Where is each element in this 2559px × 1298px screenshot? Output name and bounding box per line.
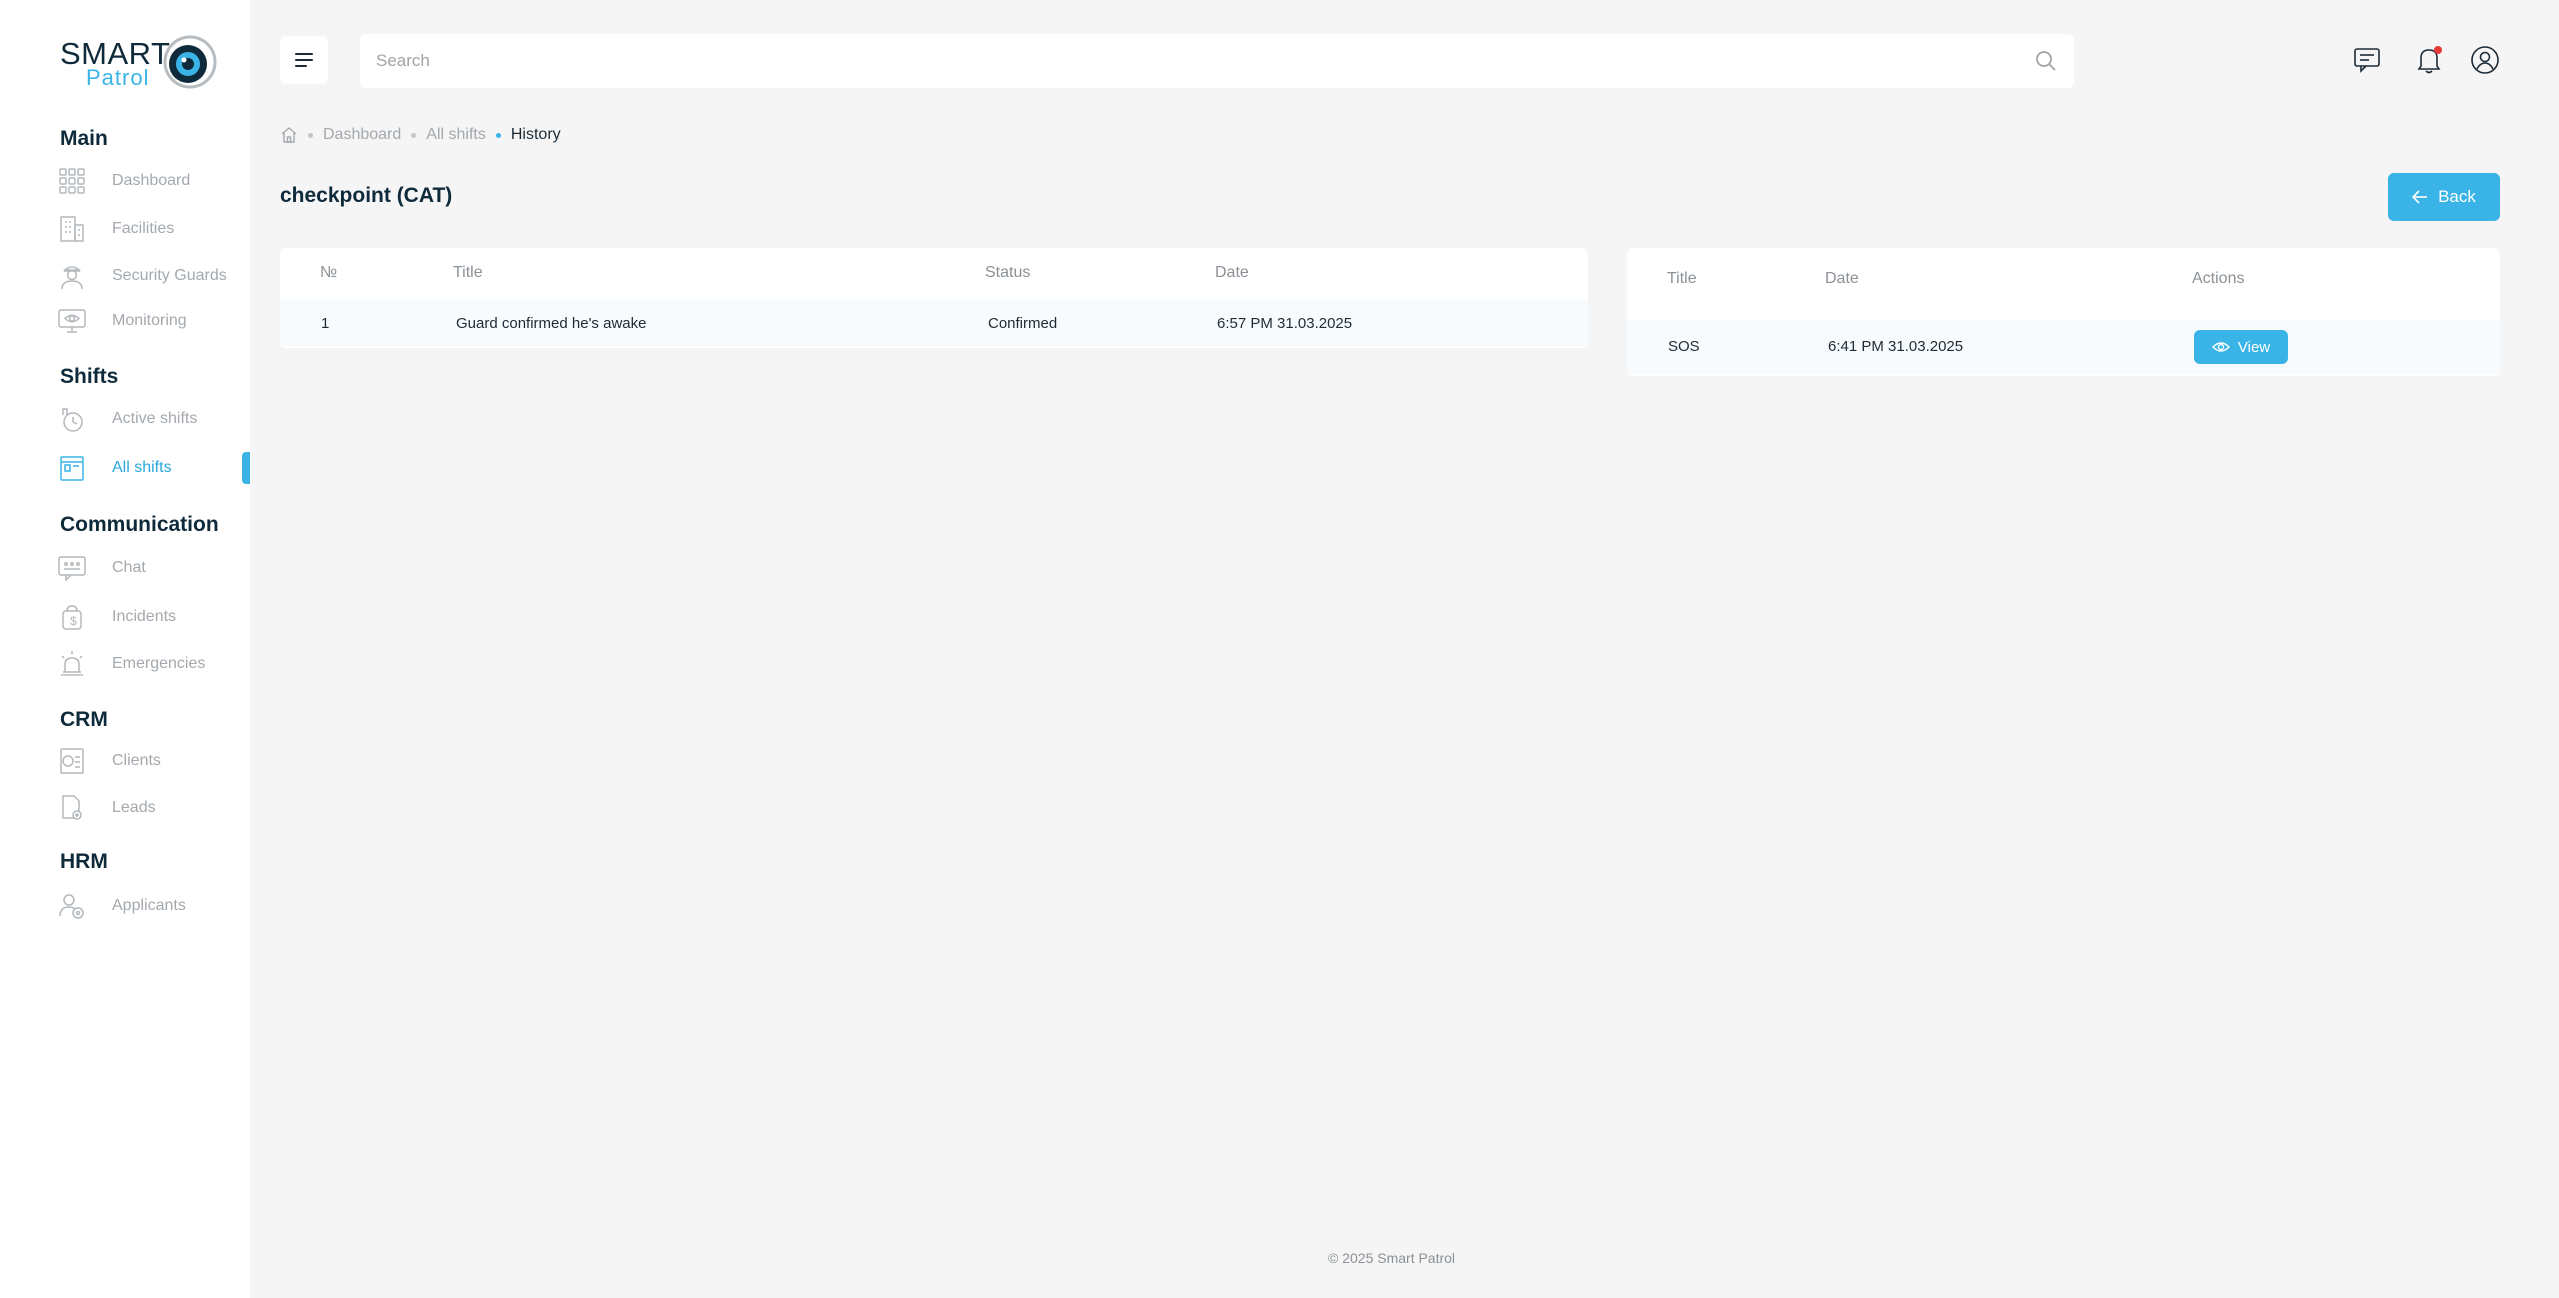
sidebar: SMART Patrol Main Dashboard Facilities S… bbox=[0, 0, 250, 1298]
row-number: 1 bbox=[321, 315, 330, 332]
eye-logo-icon bbox=[163, 35, 217, 89]
building-icon bbox=[58, 215, 86, 243]
column-header-actions: Actions bbox=[2192, 270, 2245, 287]
menu-toggle-button[interactable] bbox=[280, 36, 328, 84]
column-header-status: Status bbox=[985, 264, 1031, 281]
history-table: № Title Status Date 1 Guard confirmed he… bbox=[280, 248, 1588, 348]
applicant-icon bbox=[58, 892, 86, 920]
sidebar-item-label: Clients bbox=[112, 752, 161, 769]
sidebar-item-active-shifts[interactable]: Active shifts bbox=[58, 401, 250, 437]
arrow-left-icon bbox=[2412, 190, 2428, 204]
grid-icon bbox=[58, 167, 86, 195]
sidebar-item-label: Chat bbox=[112, 559, 146, 576]
user-profile-button[interactable] bbox=[2469, 44, 2501, 76]
sidebar-item-chat[interactable]: Chat bbox=[58, 550, 250, 586]
column-header-date: Date bbox=[1825, 270, 1859, 287]
breadcrumb-separator bbox=[411, 132, 417, 138]
breadcrumb-dashboard[interactable]: Dashboard bbox=[323, 126, 401, 144]
svg-text:$: $ bbox=[70, 614, 77, 628]
sidebar-item-security-guards[interactable]: Security Guards bbox=[58, 258, 250, 294]
messages-button[interactable] bbox=[2351, 44, 2383, 76]
sidebar-item-all-shifts[interactable]: All shifts bbox=[58, 450, 250, 486]
row-date: 6:41 PM 31.03.2025 bbox=[1828, 338, 1964, 355]
sidebar-item-monitoring[interactable]: Monitoring bbox=[58, 303, 250, 339]
board-icon bbox=[58, 454, 86, 482]
monitor-eye-icon bbox=[58, 307, 86, 335]
row-title: Guard confirmed he's awake bbox=[456, 315, 647, 332]
search-icon[interactable] bbox=[2034, 49, 2058, 73]
back-button[interactable]: Back bbox=[2388, 173, 2500, 221]
logo-text-patrol: Patrol bbox=[86, 65, 150, 90]
clients-icon bbox=[58, 747, 86, 775]
column-header-number: № bbox=[320, 264, 338, 281]
sidebar-item-label: Monitoring bbox=[112, 312, 187, 329]
sidebar-item-facilities[interactable]: Facilities bbox=[58, 211, 250, 247]
lead-document-icon bbox=[58, 794, 86, 822]
section-communication: Communication bbox=[60, 513, 219, 536]
sidebar-item-leads[interactable]: Leads bbox=[58, 790, 250, 826]
section-main: Main bbox=[60, 127, 108, 150]
column-header-date: Date bbox=[1215, 264, 1249, 281]
breadcrumb-current: History bbox=[510, 126, 561, 143]
breadcrumb-separator bbox=[308, 132, 313, 138]
sidebar-item-label: Incidents bbox=[112, 608, 177, 625]
sidebar-item-emergencies[interactable]: Emergencies bbox=[58, 646, 250, 682]
home-icon[interactable] bbox=[280, 126, 298, 144]
column-header-title: Title bbox=[1667, 270, 1697, 287]
hamburger-icon bbox=[295, 53, 313, 67]
siren-icon bbox=[58, 650, 86, 678]
chat-icon bbox=[58, 554, 86, 582]
row-status: Confirmed bbox=[988, 315, 1058, 332]
eye-icon bbox=[2211, 342, 2230, 352]
view-button[interactable]: View bbox=[2194, 330, 2288, 364]
footer-copyright: © 2025 Smart Patrol bbox=[1328, 1250, 1456, 1266]
sidebar-item-label: Leads bbox=[112, 799, 156, 816]
active-indicator bbox=[242, 452, 250, 484]
search-input[interactable] bbox=[376, 34, 1996, 88]
back-button-label: Back bbox=[2438, 187, 2476, 206]
sidebar-item-label: All shifts bbox=[112, 459, 172, 476]
sidebar-item-label: Emergencies bbox=[112, 655, 206, 672]
breadcrumb: Dashboard All shifts History bbox=[280, 124, 561, 146]
row-title: SOS bbox=[1668, 338, 1700, 355]
smart-patrol-logo[interactable]: SMART Patrol bbox=[58, 30, 218, 94]
incident-icon: $ bbox=[58, 603, 86, 631]
table-row: 1 Guard confirmed he's awake Confirmed 6… bbox=[280, 300, 1588, 346]
breadcrumb-separator bbox=[495, 132, 501, 138]
sidebar-item-clients[interactable]: Clients bbox=[58, 743, 250, 779]
search-bar bbox=[360, 34, 2074, 88]
sidebar-item-label: Security Guards bbox=[112, 267, 227, 284]
guard-icon bbox=[58, 262, 86, 290]
notification-badge bbox=[2434, 46, 2442, 54]
row-date: 6:57 PM 31.03.2025 bbox=[1217, 315, 1353, 332]
sidebar-item-incidents[interactable]: $ Incidents bbox=[58, 599, 250, 635]
section-hrm: HRM bbox=[60, 850, 108, 873]
sidebar-item-label: Dashboard bbox=[112, 172, 191, 189]
breadcrumb-all-shifts[interactable]: All shifts bbox=[426, 126, 486, 144]
message-icon bbox=[2354, 48, 2380, 73]
table-row: SOS 6:41 PM 31.03.2025 View bbox=[1627, 320, 2500, 374]
sidebar-item-label: Facilities bbox=[112, 220, 175, 237]
alerts-table: Title Date Actions SOS 6:41 PM 31.03.202… bbox=[1627, 248, 2500, 376]
sidebar-item-dashboard[interactable]: Dashboard bbox=[58, 163, 250, 199]
sidebar-item-label: Applicants bbox=[112, 897, 186, 914]
view-button-label: View bbox=[2237, 338, 2271, 356]
sidebar-item-applicants[interactable]: Applicants bbox=[58, 888, 250, 924]
hand-clock-icon bbox=[58, 405, 86, 433]
section-crm: CRM bbox=[60, 708, 108, 731]
sidebar-item-label: Active shifts bbox=[112, 410, 198, 427]
column-header-title: Title bbox=[453, 264, 483, 281]
user-avatar-icon bbox=[2471, 46, 2499, 74]
page-title: checkpoint (CAT) bbox=[280, 184, 453, 207]
notifications-button[interactable] bbox=[2413, 44, 2445, 76]
section-shifts: Shifts bbox=[60, 365, 119, 388]
